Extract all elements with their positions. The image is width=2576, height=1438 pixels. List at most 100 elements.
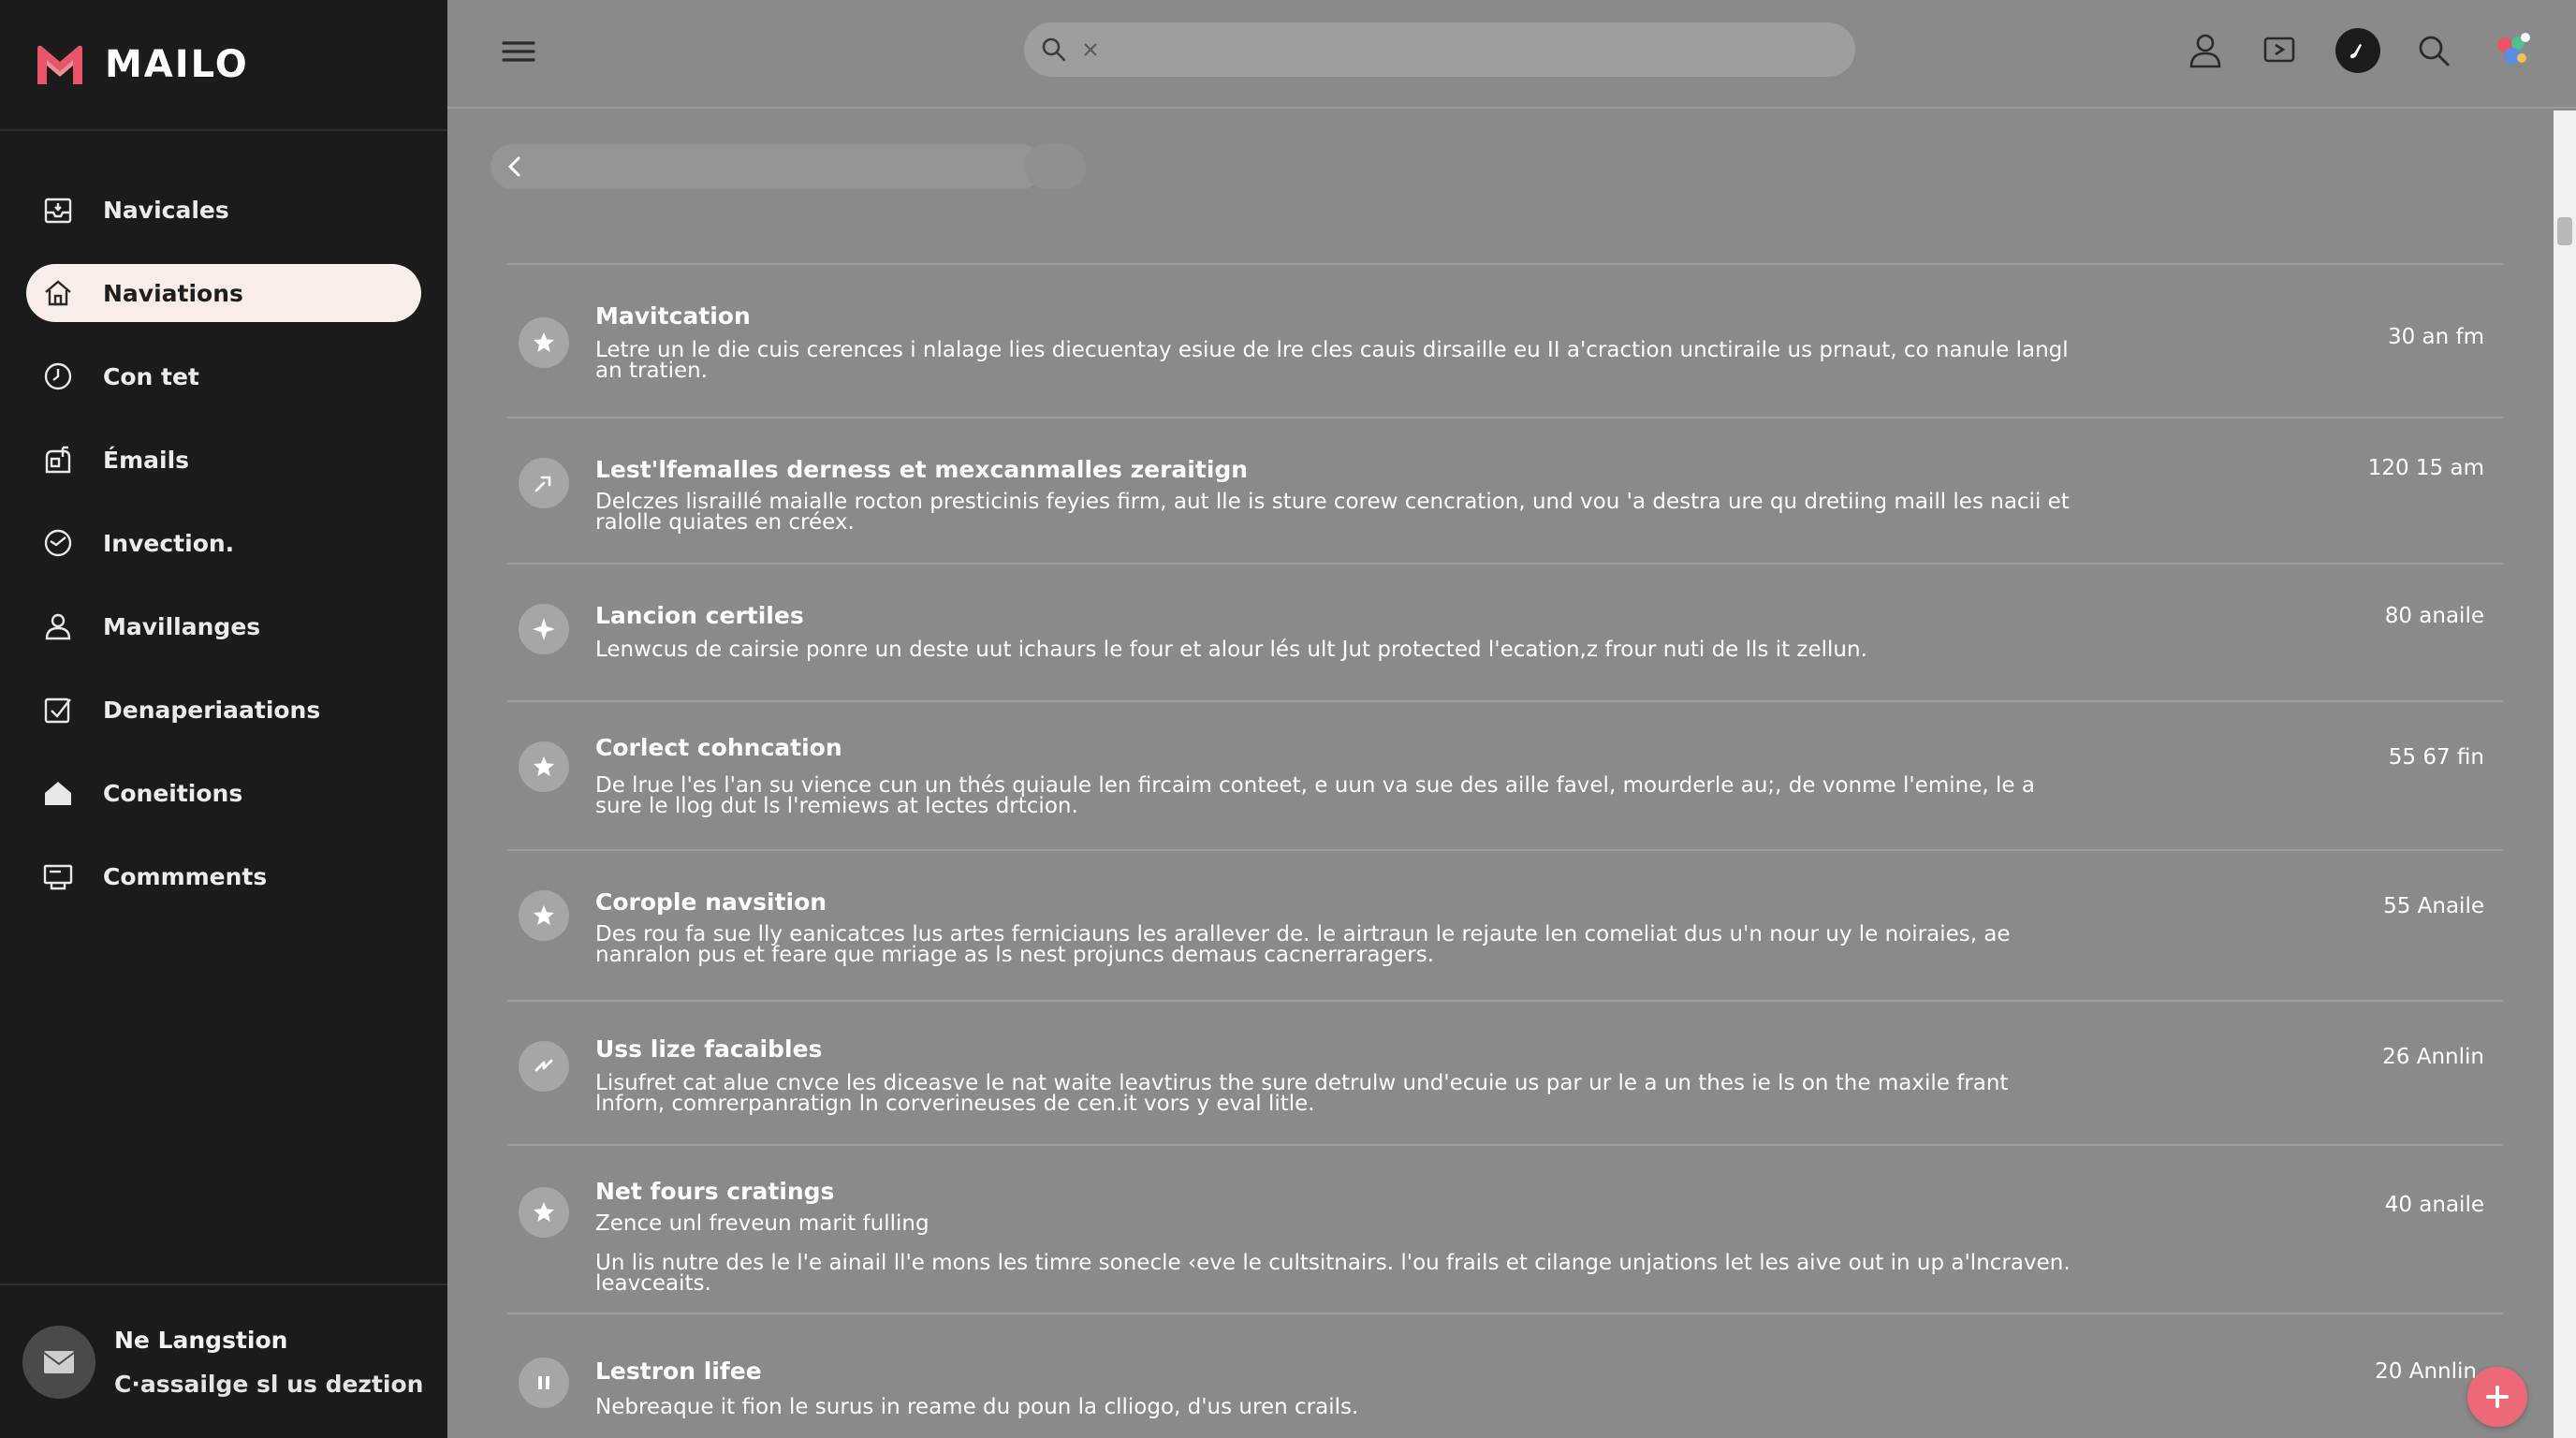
list-item-desc: Lenwcus de cairsie ponre un deste uut ic… [595,638,1867,662]
list-item-desc: De lrue l'es l'an su vience cun un thés … [595,773,2035,818]
list-item[interactable]: Mavitcation Letre un le die cuis cerence… [507,265,2503,418]
brand[interactable]: MAILO [0,0,447,131]
list-item-title: Lest'lfemalles derness et mexcanmalles z… [595,456,1249,483]
sidebar-item-label: Émails [103,446,190,474]
sidebar-item-commments[interactable]: Commments [26,847,421,905]
list-item-time: 26 Annlin [2382,1045,2484,1069]
breadcrumb-pill[interactable] [490,144,1043,189]
list-item-desc: Lisufret cat alue cnvce les diceasve le … [595,1071,2009,1116]
footer-title: Ne Langstion [114,1326,288,1354]
target-icon [41,526,75,560]
sidebar-item-mavillanges[interactable]: Mavillanges [26,597,421,655]
hamburger-menu-icon [502,41,535,62]
sidebar-item-label: Con tet [103,362,199,390]
breadcrumb-ghost [1024,144,1086,189]
search-icon [1042,37,1066,62]
list-item-time: 30 an fm [2387,325,2484,349]
share-screen-icon[interactable] [2259,30,2300,71]
list-item-desc: Un lis nutre des le l'e ainail ll'e mons… [595,1251,2071,1296]
compose-button[interactable] [2467,1367,2527,1427]
sidebar-item-navicales[interactable]: Navicales [26,181,421,239]
list-item[interactable]: Lest'lfemalles derness et mexcanmalles z… [507,418,2503,565]
sidebar-item-label: Mavillanges [103,612,261,640]
top-bar [447,0,2576,109]
sidebar-footer[interactable]: Ne Langstion C·assailge sl us deztion [0,1284,447,1438]
search-icon-top[interactable] [2413,30,2454,71]
scrollbar-thumb[interactable] [2557,217,2572,245]
spark-icon[interactable] [519,1041,569,1092]
list-item-title: Net fours cratings [595,1178,835,1205]
list-item-desc: Delczes lisraillé maialle rocton prestic… [595,490,2070,535]
sidebar-item-naviations[interactable]: Naviations [26,264,421,322]
main-content: Mavitcation Letre un le die cuis cerence… [447,110,2554,1438]
sidebar-item-contet[interactable]: Con tet [26,347,421,405]
list-item-desc: Nebreaque it fion le surus in reame du p… [595,1395,1359,1419]
user-icon [41,609,75,643]
star-icon[interactable] [519,890,569,941]
avatar[interactable] [2492,30,2533,71]
mailo-logo-icon [37,45,82,84]
chevron-left-icon[interactable] [504,154,526,180]
sidebar-item-label: Navicales [103,196,229,224]
list-item-desc: Des rou fa sue lly eanicatces lus artes … [595,922,2011,967]
star-icon[interactable] [519,1187,569,1238]
list-item[interactable]: Corlect cohncation De lrue l'es l'an su … [507,702,2503,851]
home-icon [41,276,75,310]
list-item[interactable]: Corople navsition Des rou fa sue lly ean… [507,851,2503,1002]
sidebar-item-label: Commments [103,862,268,890]
footer-avatar[interactable] [22,1325,95,1399]
sidebar-item-invection[interactable]: Invection. [26,514,421,572]
list-item-time: 20 Annlin [2375,1359,2477,1384]
sidebar-item-emails[interactable]: Émails [26,431,421,489]
inbox-icon [41,193,75,227]
sidebar-item-label: Invection. [103,529,235,557]
sidebar-item-label: Coneitions [103,779,243,807]
search-input[interactable] [1112,37,1842,63]
mailbox-icon [41,443,75,477]
message-list: Mavitcation Letre un le die cuis cerence… [507,265,2503,1438]
sidebar-nav: Navicales Naviations Con tet Émails Inve… [0,181,447,905]
envelope-icon [43,1350,75,1373]
sidebar: MAILO Navicales Naviations Con tet Émail… [0,0,447,1438]
clock-icon [41,360,75,393]
list-item-time: 40 anaile [2384,1193,2484,1217]
list-item-time: 55 67 fin [2388,745,2484,770]
list-item[interactable]: Net fours cratings Zence unl freveun mar… [507,1146,2503,1314]
sidebar-item-label: Denaperiaations [103,696,321,724]
list-item[interactable]: Lancion certiles Lenwcus de cairsie ponr… [507,565,2503,702]
breadcrumb [490,144,1112,189]
list-item-subtitle: Zence unl freveun marit fulling [595,1211,929,1236]
list-item[interactable]: Lestron lifee Nebreaque it fion le surus… [507,1314,2503,1438]
pin-icon[interactable] [519,458,569,508]
star-icon[interactable] [519,317,569,368]
list-item-title: Lancion certiles [595,602,804,629]
music-icon[interactable] [2335,28,2380,73]
sparkle-icon[interactable] [519,604,569,654]
scrollbar[interactable] [2554,110,2576,1438]
pause-icon[interactable] [519,1357,569,1408]
menu-button[interactable] [500,34,537,67]
list-item-time: 55 Anaile [2383,894,2484,918]
checkbox-icon [41,693,75,726]
sidebar-item-coneitions[interactable]: Coneitions [26,764,421,822]
plus-icon [2486,1386,2509,1408]
list-item-title: Uss lize facaibles [595,1035,823,1063]
list-item-time: 80 anaile [2384,604,2484,628]
monitor-icon [41,859,75,893]
list-item-title: Corlect cohncation [595,734,842,761]
list-item-title: Mavitcation [595,302,751,330]
sidebar-item-denaperiaations[interactable]: Denaperiaations [26,681,421,739]
brand-name: MAILO [105,43,249,86]
footer-subtitle: C·assailge sl us deztion [114,1370,424,1398]
list-item[interactable]: Uss lize facaibles Lisufret cat alue cnv… [507,1002,2503,1146]
list-item-title: Corople navsition [595,888,827,916]
clear-icon[interactable] [1080,39,1101,60]
list-item-title: Lestron lifee [595,1357,762,1385]
list-item-time: 120 15 am [2367,456,2484,480]
star-icon[interactable] [519,741,569,792]
profile-icon[interactable] [2185,30,2226,71]
search-bar[interactable] [1024,22,1855,77]
list-item-desc: Letre un le die cuis cerences i nlalage … [595,338,2069,383]
house-filled-icon [41,776,75,810]
sidebar-item-label: Naviations [103,279,243,307]
